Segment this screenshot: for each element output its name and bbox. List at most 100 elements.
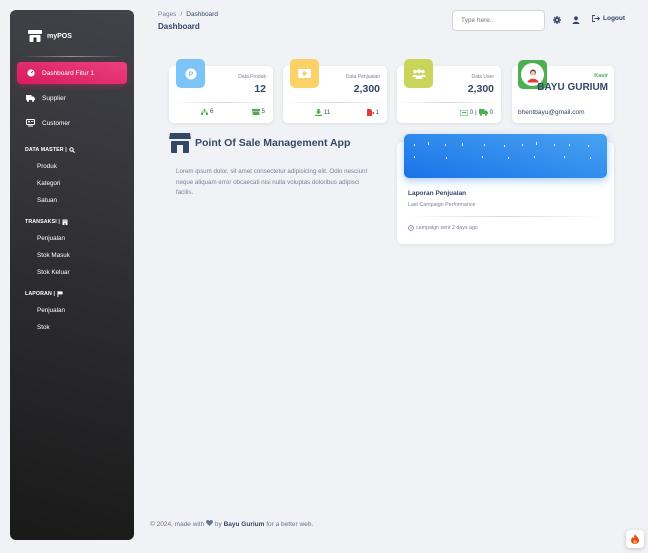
report-subtitle: Last Campaign Performance	[408, 202, 476, 208]
breadcrumb-current: Dashboard	[186, 11, 219, 18]
sidebar: myPOS Dashboard Fitur 1 Supplier Custome…	[10, 10, 134, 540]
report-chart-marks	[414, 142, 591, 159]
fire-icon	[631, 534, 639, 544]
sidebar-item-stok-masuk[interactable]: Stok Masuk	[10, 247, 134, 264]
stat-value: 2,300	[353, 83, 380, 95]
brand[interactable]: myPOS	[10, 10, 134, 50]
building-icon	[62, 219, 68, 225]
parking-icon: P	[185, 68, 196, 79]
report-card: Laporan Penjualan Last Campaign Performa…	[397, 134, 614, 244]
report-title: Laporan Penjualan	[408, 190, 467, 197]
stat-badge	[404, 59, 433, 88]
sidebar-item-laporan-stok[interactable]: Stok	[10, 319, 134, 336]
sidebar-item-penjualan[interactable]: Penjualan	[10, 230, 134, 247]
profile-card: Kasir BAYU GURIUM bhentbayu@gmail.com	[512, 60, 614, 123]
stat-foot-right: 5	[251, 109, 265, 115]
stat-foot-left: 6	[201, 109, 213, 115]
page-title: Dashboard	[158, 22, 200, 31]
logout-label: Logout	[603, 15, 626, 22]
sidebar-item-dashboard[interactable]: Dashboard Fitur 1	[17, 62, 127, 84]
sidebar-item-label: Dashboard Fitur 1	[42, 69, 95, 77]
stat-foot-value: 0	[469, 109, 474, 116]
download-icon	[315, 109, 322, 116]
sidebar-item-laporan-penjualan[interactable]: Penjualan	[10, 302, 134, 319]
heart-icon	[206, 520, 214, 526]
section-title: TRANSAKSI |	[25, 219, 60, 225]
stat-label: Data Penjualan	[345, 74, 380, 80]
stat-card-penjualan: Data Penjualan 2,300 11 1	[283, 59, 387, 123]
stat-foot: 0 | 0	[459, 109, 493, 116]
report-footer: campaign sent 2 days ago	[408, 225, 478, 231]
breadcrumb-separator: /	[180, 11, 183, 18]
stat-foot-right: 1	[366, 109, 379, 116]
sidebar-item-produk[interactable]: Produk	[10, 158, 134, 175]
search-icon	[69, 147, 75, 153]
stat-label: Data User	[471, 74, 494, 80]
section-title: DATA MASTER |	[25, 147, 67, 153]
sidebar-item-supplier[interactable]: Supplier	[17, 87, 127, 109]
customers-icon	[26, 119, 35, 128]
users-icon	[411, 68, 426, 79]
sidebar-item-kategori[interactable]: Kategori	[10, 175, 134, 192]
box-icon	[251, 109, 260, 115]
svg-text:P: P	[188, 71, 193, 78]
cash-register-icon	[459, 109, 468, 116]
sitemap-icon	[201, 109, 208, 115]
report-footer-text: campaign sent 2 days ago	[416, 225, 478, 231]
money-icon	[298, 69, 311, 78]
search-input[interactable]	[452, 10, 545, 31]
stat-value: 2,300	[467, 83, 494, 95]
sidebar-item-satuan[interactable]: Satuan	[10, 192, 134, 209]
stat-foot-value: 5	[261, 109, 265, 115]
sidebar-item-label: Customer	[42, 119, 71, 127]
user-role: Kasir	[594, 73, 608, 79]
store-icon	[28, 30, 42, 42]
stat-divider	[397, 102, 501, 103]
sidebar-section-data-master: DATA MASTER |	[10, 142, 134, 158]
intro-text: Lorem ipsum dolor, sit amet consectetur …	[176, 168, 368, 196]
report-divider	[405, 216, 606, 217]
stat-foot-value: 1	[375, 109, 379, 116]
sidebar-item-label: Supplier	[42, 94, 66, 102]
brand-name: myPOS	[47, 32, 72, 40]
stat-card-produk: P Data Produk 12 6 5	[169, 59, 273, 123]
stat-divider	[169, 102, 273, 103]
sidebar-item-customer[interactable]: Customer	[17, 112, 127, 134]
intro-header: Point Of Sale Management App	[169, 133, 350, 153]
footer-prefix: © 2024, made with	[150, 521, 205, 528]
page-footer: © 2024, made with by Bayu Gurium for a b…	[150, 520, 313, 528]
stat-foot-value: 0	[489, 109, 493, 116]
section-title: LAPORAN |	[25, 291, 56, 297]
breadcrumb: Pages / Dashboard	[158, 11, 218, 18]
stat-foot-value: 11	[324, 109, 331, 116]
stat-foot-value: 6	[210, 109, 214, 115]
logout-button[interactable]: Logout	[592, 15, 625, 22]
fire-button[interactable]	[626, 530, 644, 548]
report-chart	[404, 134, 607, 178]
stat-card-user: Data User 2,300 0 | 0	[397, 59, 501, 123]
sidebar-item-stok-keluar[interactable]: Stok Keluar	[10, 264, 134, 281]
stat-value: 12	[254, 83, 266, 95]
intro-title: Point Of Sale Management App	[195, 137, 351, 149]
stat-foot-separator: |	[475, 109, 477, 116]
sidebar-divider	[20, 56, 124, 57]
user-name: BAYU GURIUM	[537, 82, 608, 93]
footer-author[interactable]: Bayu Gurium	[224, 521, 265, 528]
store-icon	[169, 133, 191, 153]
gear-icon[interactable]	[553, 16, 561, 24]
user-email: bhentbayu@gmail.com	[518, 109, 585, 116]
truck-icon	[478, 109, 488, 116]
dashboard-icon	[26, 69, 35, 78]
footer-by: by	[214, 521, 222, 528]
clock-icon	[408, 225, 414, 231]
flag-icon	[57, 291, 63, 297]
breadcrumb-root[interactable]: Pages	[158, 11, 176, 18]
stat-label: Data Produk	[238, 74, 266, 80]
sign-out-icon	[592, 15, 600, 22]
user-icon[interactable]	[572, 16, 580, 24]
truck-icon	[26, 94, 35, 103]
footer-suffix: for a better web.	[266, 521, 314, 528]
stat-badge	[290, 59, 319, 88]
stat-divider	[283, 102, 387, 103]
sidebar-section-transaksi: TRANSAKSI |	[10, 214, 134, 230]
